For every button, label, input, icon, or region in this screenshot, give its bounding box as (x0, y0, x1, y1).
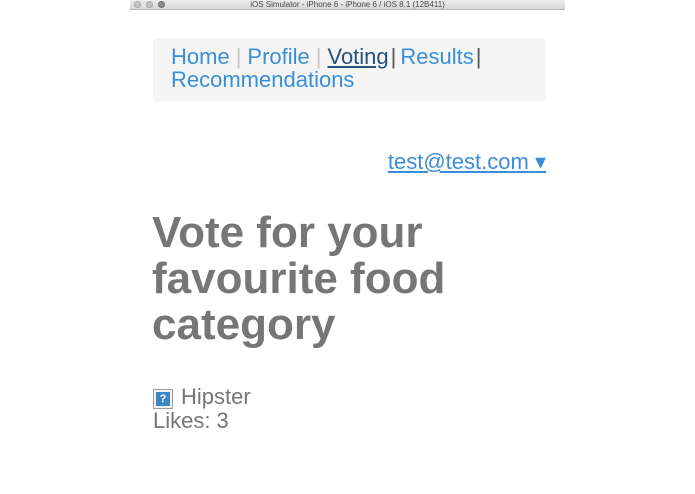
simulator-titlebar: iOS Simulator - iPhone 6 - iPhone 6 / iO… (130, 0, 565, 10)
nav-separator: | (390, 44, 397, 69)
account-dropdown[interactable]: test@test.com ▾ (388, 149, 546, 175)
likes-value: 3 (216, 408, 229, 433)
account-email: test@test.com (387, 149, 529, 174)
chevron-down-icon: ▾ (534, 149, 546, 174)
likes-count: Likes: 3 (153, 409, 251, 433)
window-title: iOS Simulator - iPhone 6 - iPhone 6 / iO… (250, 0, 445, 9)
nav-separator: | (235, 44, 242, 69)
question-mark-icon: ? (153, 388, 173, 409)
nav-separator: | (315, 44, 322, 69)
nav-link-recommendations[interactable]: Recommendations (171, 67, 354, 92)
likes-label: Likes: (153, 408, 211, 433)
nav-link-results[interactable]: Results (400, 44, 473, 69)
category-name: Hipster (181, 384, 251, 409)
category-item[interactable]: ? Hipster Likes: 3 (153, 385, 251, 433)
nav-separator: | (475, 44, 482, 69)
nav-link-voting[interactable]: Voting (327, 44, 388, 69)
nav-link-profile[interactable]: Profile (247, 44, 309, 69)
main-nav: Home | Profile | Voting| Results| Recommendati… (153, 38, 546, 102)
nav-link-home[interactable]: Home (171, 44, 230, 69)
page-title: Vote for your favourite food category (152, 208, 446, 349)
